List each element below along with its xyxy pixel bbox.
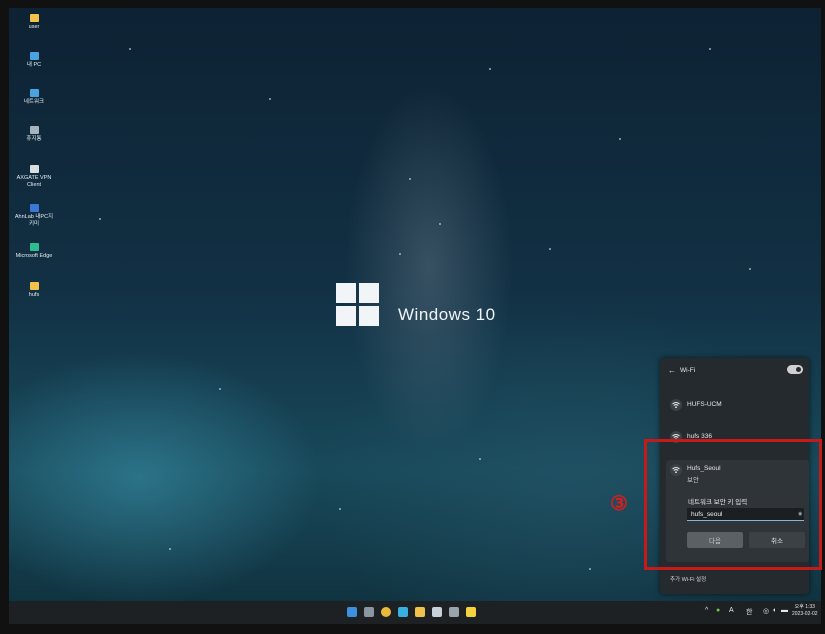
desktop-icon-label: 휴지통 (26, 136, 42, 142)
vpn-client-icon (29, 165, 39, 173)
volume-icon[interactable]: ◖ (772, 607, 776, 614)
clock-date: 2023-02-02 (792, 611, 818, 617)
desktop-icon-label: AXGATE VPN Client (16, 175, 52, 188)
computer-icon (29, 52, 39, 60)
desktop-icon-label: Microsoft Edge (15, 253, 53, 259)
folder-icon (29, 14, 39, 22)
edge-icon[interactable] (398, 607, 408, 617)
task-view-icon[interactable] (364, 607, 374, 617)
clock-time: 오후 1:33 (794, 604, 815, 610)
desktop-icon-edge[interactable]: Microsoft Edge (14, 243, 54, 260)
desktop-icon-ahnlab[interactable]: AhnLab 내PC지키미 (14, 204, 54, 228)
ahnlab-icon (29, 204, 39, 212)
terminal-icon[interactable] (449, 607, 459, 617)
more-wifi-settings-link[interactable]: 추가 Wi-Fi 설정 (670, 575, 706, 583)
ime-mode-indicator[interactable]: 한 (746, 607, 752, 617)
kakaotalk-icon[interactable] (466, 607, 476, 617)
back-arrow-icon[interactable]: ← (668, 366, 676, 375)
desktop-icon-label: hufs (28, 292, 40, 298)
wifi-signal-icon (670, 399, 682, 411)
recycle-bin-icon (29, 126, 39, 134)
chrome-icon[interactable] (381, 607, 391, 617)
wifi-network-name: HUFS-UCM (687, 401, 722, 408)
windows-logo-icon (336, 283, 380, 327)
app-icon[interactable] (432, 607, 442, 617)
wifi-panel-title: Wi-Fi (680, 367, 696, 374)
desktop-icon-network[interactable]: 네트워크 (14, 89, 54, 106)
desktop-icon-label: AhnLab 내PC지키미 (14, 214, 54, 227)
desktop-icon-user[interactable]: user (14, 14, 54, 31)
network-tray-icon[interactable]: ◎ (763, 607, 769, 615)
edge-icon (29, 243, 39, 251)
network-icon (29, 89, 39, 97)
folder-icon (29, 282, 39, 290)
tray-app-icon[interactable]: ● (716, 607, 720, 614)
taskbar: ^ ● A 한 ◎ ◖ ▬ 오후 1:33 2023-02-02 (9, 601, 821, 624)
desktop-icon-hufs[interactable]: hufs (14, 282, 54, 299)
start-icon[interactable] (347, 607, 357, 617)
wifi-panel-header: ← Wi-Fi (660, 364, 809, 378)
desktop-icon-axgate-vpn[interactable]: AXGATE VPN Client (14, 165, 54, 189)
wifi-toggle[interactable] (787, 365, 803, 374)
taskbar-clock[interactable]: 오후 1:33 2023-02-02 (792, 604, 818, 618)
desktop-icon-recycle-bin[interactable]: 휴지통 (14, 126, 54, 143)
annotation-step-number: ③ (610, 493, 628, 515)
desktop-icon-label: 내 PC (26, 62, 42, 68)
wallpaper-title: Windows 10 (398, 305, 496, 324)
desktop-icon-label: user (28, 24, 40, 30)
file-explorer-icon[interactable] (415, 607, 425, 617)
wifi-network-item[interactable]: HUFS-UCM (660, 396, 809, 416)
battery-icon[interactable]: ▬ (781, 607, 788, 614)
desktop-icon-label: 네트워크 (23, 99, 45, 105)
annotation-highlight-box (644, 439, 822, 570)
input-language-indicator[interactable]: A (729, 607, 734, 614)
show-hidden-icons-chevron[interactable]: ^ (705, 607, 708, 614)
desktop-icon-my-pc[interactable]: 내 PC (14, 52, 54, 69)
